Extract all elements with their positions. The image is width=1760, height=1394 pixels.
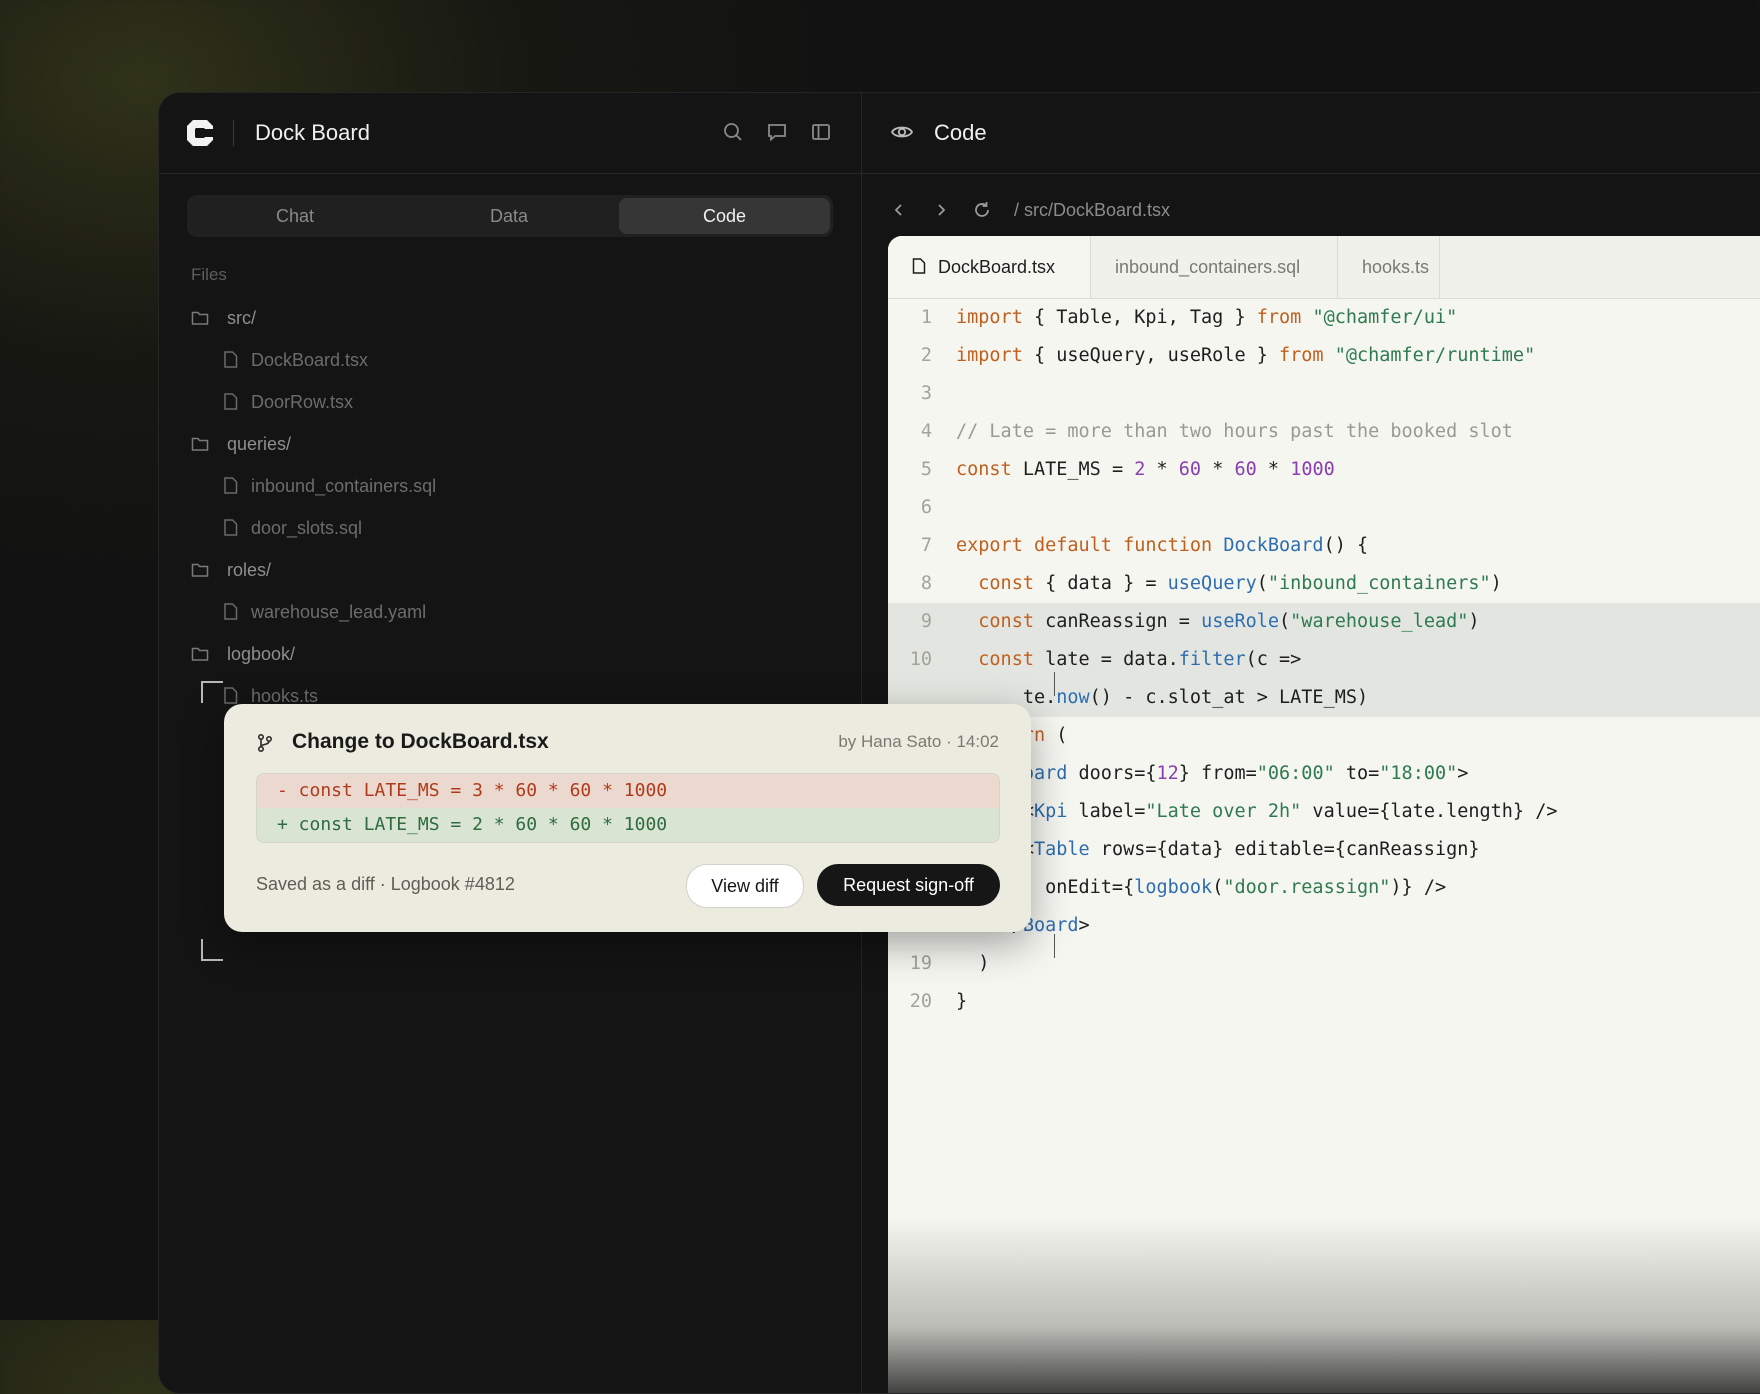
diff-added-line: + const LATE_MS = 2 * 60 * 60 * 1000 bbox=[257, 808, 999, 842]
folder-label: queries/ bbox=[227, 434, 292, 454]
search-icon[interactable] bbox=[721, 120, 745, 144]
code-line: 7 export default function DockBoard() { bbox=[920, 535, 1369, 556]
chevron-left-icon[interactable] bbox=[888, 199, 910, 221]
file-label: DockBoard.tsx bbox=[251, 350, 369, 370]
text-cursor bbox=[1054, 672, 1055, 696]
code-panel-header: Code bbox=[862, 93, 1760, 174]
file-icon bbox=[224, 351, 238, 368]
editor-tab-inbound-containers[interactable]: inbound_containers.sql bbox=[1091, 236, 1338, 298]
file-label: warehouse_lead.yaml bbox=[251, 602, 427, 622]
editor-tab-hooks[interactable]: hooks.ts bbox=[1338, 236, 1440, 298]
sidebar-header: Dock Board bbox=[159, 93, 861, 174]
diff-removed-line: - const LATE_MS = 3 * 60 * 60 * 1000 bbox=[257, 774, 999, 808]
popup-title: Change to DockBoard.tsx bbox=[292, 730, 549, 753]
editor-tab-label: DockBoard.tsx bbox=[938, 257, 1056, 277]
diff-preview: - const LATE_MS = 3 * 60 * 60 * 1000 + c… bbox=[256, 773, 1000, 843]
folder-icon bbox=[191, 311, 209, 325]
tab-data[interactable]: Data bbox=[404, 198, 614, 234]
code-line: 3 bbox=[920, 383, 932, 404]
folder-label: roles/ bbox=[227, 560, 272, 580]
view-tabs: Chat Data Code bbox=[187, 195, 833, 237]
folder-label: logbook/ bbox=[227, 644, 296, 664]
logo-icon bbox=[187, 120, 213, 146]
code-line: 4// Late = more than two hours past the … bbox=[920, 421, 1513, 442]
editor-fade bbox=[888, 1216, 1760, 1393]
popup-footer-text: Saved as a diff · Logbook #4812 bbox=[256, 874, 515, 894]
file-icon bbox=[224, 477, 238, 494]
folder-icon bbox=[191, 437, 209, 451]
view-diff-button[interactable]: View diff bbox=[686, 864, 804, 908]
file-icon bbox=[224, 687, 238, 704]
editor-tab-dockboard[interactable]: DockBoard.tsx bbox=[888, 236, 1091, 298]
folder-icon bbox=[191, 647, 209, 661]
code-line: 2 import { useQuery, useRole } from "@cha… bbox=[920, 345, 1536, 366]
request-sign-off-button[interactable]: Request sign-off bbox=[817, 864, 1000, 906]
files-heading: Files bbox=[191, 265, 227, 284]
code-line: 5 const LATE_MS = 2 * 60 * 60 * 1000 bbox=[920, 459, 1335, 480]
tab-code[interactable]: Code bbox=[619, 198, 830, 234]
panel-toggle-icon[interactable] bbox=[809, 120, 833, 144]
file-label: door_slots.sql bbox=[251, 518, 363, 538]
file-label: inbound_containers.sql bbox=[251, 476, 437, 496]
file-path: / src/DockBoard.tsx bbox=[1014, 200, 1171, 220]
code-line: 1 import { Table, Kpi, Tag } from "@chamf… bbox=[920, 307, 1458, 328]
app-title: Dock Board bbox=[255, 120, 370, 145]
eye-icon bbox=[890, 126, 914, 138]
text-cursor bbox=[1054, 934, 1055, 958]
editor-tabs: DockBoard.tsx inbound_containers.sql hoo… bbox=[888, 236, 1760, 299]
folder-icon bbox=[191, 563, 209, 577]
file-icon bbox=[912, 258, 926, 274]
code-line: 8 const { data } = useQuery("inbound_con… bbox=[920, 573, 1502, 594]
file-label: DoorRow.tsx bbox=[251, 392, 354, 412]
code-line: 6 bbox=[920, 497, 932, 518]
file-icon bbox=[224, 393, 238, 410]
chat-icon[interactable] bbox=[765, 120, 789, 144]
selection-bracket-top bbox=[201, 681, 223, 703]
code-line-highlighted: 9 const canReassign = useRole("warehouse… bbox=[888, 603, 1760, 641]
file-icon bbox=[224, 603, 238, 620]
change-popup: Change to DockBoard.tsx by Hana Sato · 1… bbox=[224, 704, 1031, 932]
code-line: 19 ) bbox=[909, 953, 990, 974]
refresh-icon[interactable] bbox=[971, 199, 993, 221]
code-line-highlighted: 10 const late = data.filter(c => bbox=[888, 641, 1760, 679]
code-line: 20} bbox=[909, 991, 968, 1012]
header-divider bbox=[233, 120, 234, 146]
code-nav-bar: / src/DockBoard.tsx bbox=[862, 191, 1760, 231]
file-icon bbox=[224, 519, 238, 536]
chevron-right-icon[interactable] bbox=[930, 199, 952, 221]
tab-chat[interactable]: Chat bbox=[190, 198, 400, 234]
branch-icon bbox=[257, 733, 273, 753]
folder-label: src/ bbox=[227, 308, 256, 328]
selection-bracket-bottom bbox=[201, 939, 223, 961]
popup-meta: by Hana Sato · 14:02 bbox=[838, 732, 999, 751]
code-panel-title: Code bbox=[934, 120, 987, 145]
